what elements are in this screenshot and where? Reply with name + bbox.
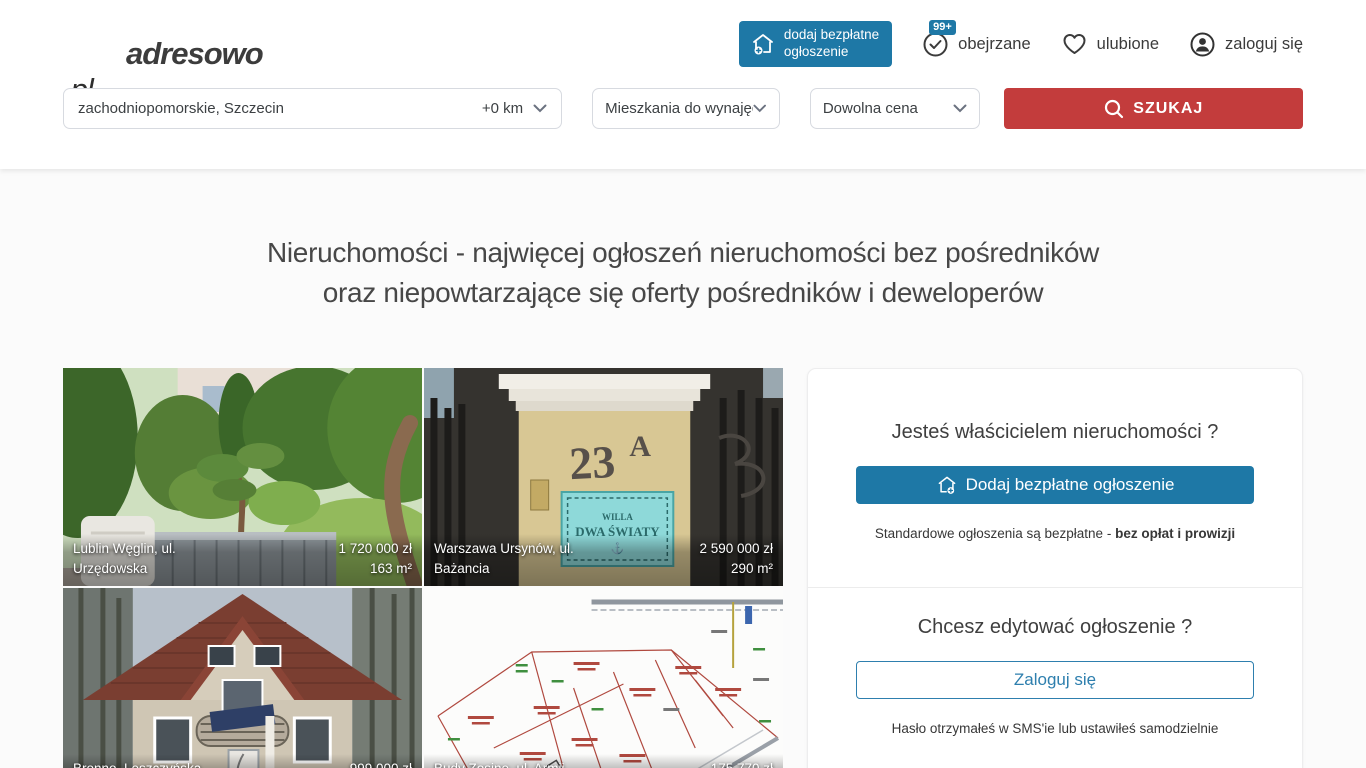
svg-text:A: A <box>629 430 651 463</box>
location-value: zachodniopomorskie, Szczecin <box>78 100 284 117</box>
main-content: Lublin Węglin, ul. Urzędowska 1 720 000 … <box>0 368 1366 768</box>
sidebar-add-listing-button[interactable]: Dodaj bezpłatne ogłoszenie <box>856 466 1254 504</box>
listing-price: 999 000 zł <box>350 759 412 768</box>
radius-value: +0 km <box>482 100 523 117</box>
search-button-label: SZUKAJ <box>1133 100 1203 118</box>
price-select[interactable]: Dowolna cena <box>810 88 980 129</box>
login-label: zaloguj się <box>1225 35 1303 54</box>
listing-meta: 1 720 000 zł 163 m² <box>338 539 412 580</box>
owner-note: Standardowe ogłoszenia są bezpłatne - be… <box>856 526 1254 541</box>
sidebar-panel: Jesteś właścicielem nieruchomości ? Doda… <box>807 368 1303 768</box>
chevron-down-icon <box>953 104 967 113</box>
search-button[interactable]: SZUKAJ <box>1004 88 1303 129</box>
listing-location: Bronno, Leszczyńska <box>73 759 201 768</box>
page-title: Nieruchomości - najwięcej ogłoszeń nieru… <box>0 233 1366 313</box>
category-select[interactable]: Mieszkania do wynajęc <box>592 88 780 129</box>
viewed-icon-wrap: 99+ <box>922 31 949 58</box>
listing-location: Lublin Węglin, ul. Urzędowska <box>73 539 176 580</box>
owner-heading: Jesteś właścicielem nieruchomości ? <box>856 421 1254 444</box>
svg-text:WILLA: WILLA <box>602 512 633 522</box>
edit-section: Chcesz edytować ogłoszenie ? Zaloguj się… <box>808 587 1302 768</box>
listing-card[interactable]: 23 A WILLA DWA ŚWIATY ⚓ Warszawa Ursynów… <box>424 368 783 586</box>
owner-section: Jesteś właścicielem nieruchomości ? Doda… <box>808 369 1302 587</box>
listing-price: 2 590 000 zł <box>699 539 773 559</box>
favorites-label: ulubione <box>1097 35 1159 54</box>
listing-meta: 2 590 000 zł 290 m² <box>699 539 773 580</box>
search-bar: zachodniopomorskie, Szczecin +0 km Miesz… <box>63 88 1303 129</box>
listing-meta: 175 770 zł <box>711 759 773 768</box>
listing-caption: Lublin Węglin, ul. Urzędowska 1 720 000 … <box>63 534 422 587</box>
viewed-count-badge: 99+ <box>929 20 956 35</box>
listing-caption: Warszawa Ursynów, ul. Bażancia 2 590 000… <box>424 534 783 587</box>
price-value: Dowolna cena <box>823 100 918 117</box>
listing-location: Budy Zosine, ul. Armii <box>434 759 565 768</box>
edit-note: Hasło otrzymałeś w SMS'ie lub ustawiłeś … <box>856 721 1254 736</box>
listing-location: Warszawa Ursynów, ul. Bażancia <box>434 539 574 580</box>
house-plus-icon <box>936 474 958 496</box>
viewed-label: obejrzane <box>958 35 1030 54</box>
chevron-down-icon <box>533 104 547 113</box>
sidebar-login-label: Zaloguj się <box>1014 670 1096 690</box>
favorites-link[interactable]: ulubione <box>1061 31 1159 58</box>
property-photo-house <box>63 588 422 768</box>
viewed-link[interactable]: 99+ obejrzane <box>922 31 1030 58</box>
listing-card[interactable]: Bronno, Leszczyńska 999 000 zł <box>63 588 422 768</box>
header-top-row: adresowo.pl dodaj bezpłatne ogłoszenie <box>63 0 1303 88</box>
property-photo-plot-map <box>424 588 783 768</box>
edit-heading: Chcesz edytować ogłoszenie ? <box>856 616 1254 639</box>
check-circle-icon <box>922 31 949 58</box>
chevron-down-icon <box>753 104 766 113</box>
add-listing-label: dodaj bezpłatne ogłoszenie <box>784 27 879 59</box>
listing-meta: 999 000 zł <box>350 759 412 768</box>
sidebar-add-listing-label: Dodaj bezpłatne ogłoszenie <box>966 475 1175 495</box>
search-icon <box>1103 98 1125 120</box>
location-input[interactable]: zachodniopomorskie, Szczecin +0 km <box>63 88 562 129</box>
radius-dropdown[interactable]: +0 km <box>482 100 547 117</box>
heart-icon <box>1061 31 1088 58</box>
listing-price: 1 720 000 zł <box>338 539 412 559</box>
header-actions: dodaj bezpłatne ogłoszenie 99+ obejrzane <box>739 21 1303 66</box>
user-circle-icon <box>1189 31 1216 58</box>
listing-caption: Bronno, Leszczyńska 999 000 zł <box>63 754 422 768</box>
header: adresowo.pl dodaj bezpłatne ogłoszenie <box>0 0 1366 169</box>
add-listing-button[interactable]: dodaj bezpłatne ogłoszenie <box>739 21 892 66</box>
sidebar-login-button[interactable]: Zaloguj się <box>856 661 1254 699</box>
category-value: Mieszkania do wynajęc <box>605 100 753 117</box>
listing-area: 290 m² <box>699 559 773 579</box>
listing-area: 163 m² <box>338 559 412 579</box>
listing-price: 175 770 zł <box>711 759 773 768</box>
listing-card[interactable]: Lublin Węglin, ul. Urzędowska 1 720 000 … <box>63 368 422 586</box>
listing-card[interactable]: Budy Zosine, ul. Armii 175 770 zł <box>424 588 783 768</box>
listings-grid: Lublin Węglin, ul. Urzędowska 1 720 000 … <box>63 368 783 768</box>
listing-caption: Budy Zosine, ul. Armii 175 770 zł <box>424 754 783 768</box>
login-link[interactable]: zaloguj się <box>1189 31 1303 58</box>
svg-text:23: 23 <box>568 436 616 489</box>
logo-text-main: adresowo <box>63 36 326 72</box>
house-plus-icon <box>750 31 776 57</box>
